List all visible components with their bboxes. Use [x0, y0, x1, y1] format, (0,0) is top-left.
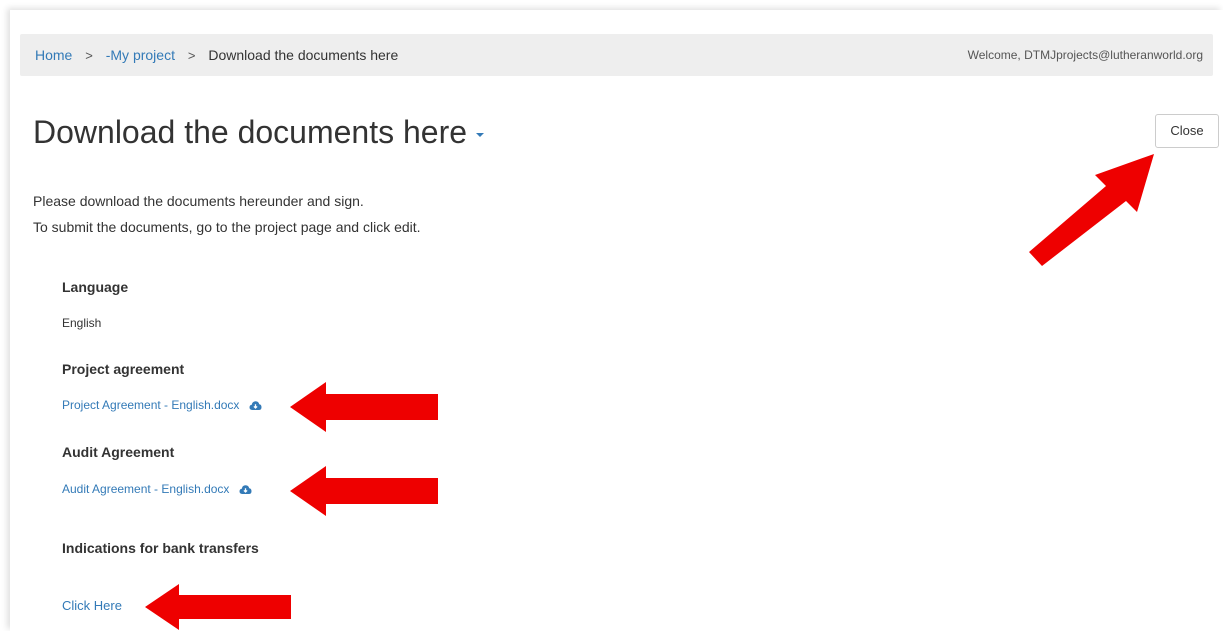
red-arrow-icon — [145, 584, 291, 630]
audit-agreement-item: Audit Agreement - English.docx — [62, 482, 252, 496]
cloud-download-icon[interactable] — [249, 400, 262, 411]
page-frame — [10, 10, 1223, 631]
page-title-block: Download the documents here — [33, 112, 485, 152]
breadcrumb-current: Download the documents here — [208, 47, 399, 63]
instructions: Please download the documents hereunder … — [33, 188, 421, 240]
breadcrumb-separator: > — [85, 48, 93, 63]
cloud-download-icon[interactable] — [239, 484, 252, 495]
project-agreement-item: Project Agreement - English.docx — [62, 398, 262, 412]
bank-transfers-label: Indications for bank transfers — [62, 540, 259, 556]
red-arrow-icon — [290, 466, 438, 516]
instruction-line: To submit the documents, go to the proje… — [33, 219, 421, 235]
audit-agreement-link[interactable]: Audit Agreement - English.docx — [62, 482, 229, 496]
breadcrumb-project-link[interactable]: -My project — [106, 47, 175, 63]
red-arrow-icon — [1029, 154, 1154, 266]
breadcrumb-trail: Home > -My project > Download the docume… — [35, 47, 398, 64]
breadcrumb-home-link[interactable]: Home — [35, 47, 72, 63]
audit-agreement-label: Audit Agreement — [62, 444, 175, 460]
instruction-line: Please download the documents hereunder … — [33, 193, 364, 209]
bank-transfers-link[interactable]: Click Here — [62, 598, 122, 613]
red-arrow-icon — [290, 382, 438, 432]
breadcrumb-separator: > — [187, 48, 196, 63]
welcome-message: Welcome, DTMJprojects@lutheranworld.org — [967, 48, 1203, 62]
language-label: Language — [62, 279, 129, 295]
language-value: English — [62, 316, 102, 330]
breadcrumb: Home > -My project > Download the docume… — [20, 34, 1213, 76]
project-agreement-link[interactable]: Project Agreement - English.docx — [62, 398, 239, 412]
close-button[interactable]: Close — [1155, 114, 1219, 148]
page-title: Download the documents here — [33, 114, 468, 150]
project-agreement-label: Project agreement — [62, 361, 185, 377]
caret-down-icon[interactable] — [476, 132, 485, 137]
